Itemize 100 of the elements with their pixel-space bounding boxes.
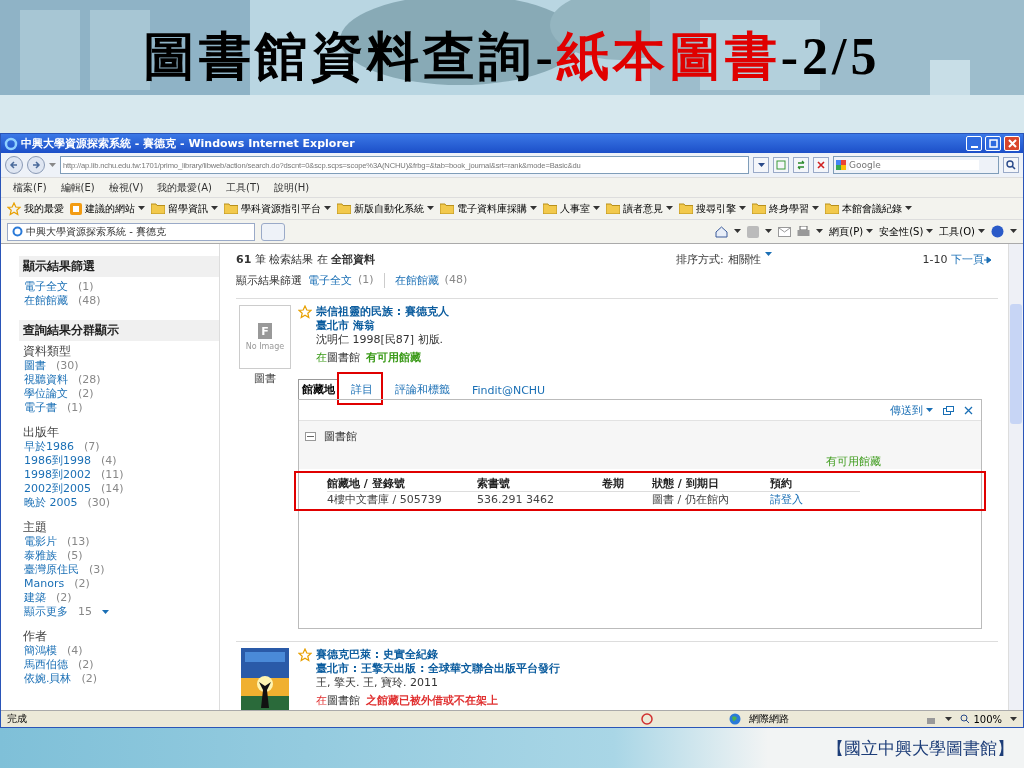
caret-icon [1010, 716, 1017, 722]
favorites-link[interactable]: 留學資訊 [151, 201, 218, 216]
home-icon[interactable] [715, 225, 729, 238]
forward-button[interactable] [27, 156, 45, 174]
result-range: 1-10 [922, 253, 948, 266]
show-more-link[interactable]: 顯示更多 [24, 605, 68, 619]
menu-item[interactable]: 我的最愛(A) [157, 180, 212, 195]
globe-icon [729, 713, 742, 725]
facet-link[interactable]: 依婉.貝林 [24, 672, 72, 686]
filter-count: (1) [358, 273, 374, 288]
favorites-link[interactable]: 終身學習 [752, 201, 819, 216]
facet-link[interactable]: 簡鴻模 [24, 644, 57, 658]
minimize-button[interactable] [966, 136, 982, 151]
result-tab[interactable]: 評論和標籤 [385, 380, 460, 399]
sort-dropdown[interactable]: 相關性 [727, 252, 761, 267]
facet-link[interactable]: 1998到2002 [24, 468, 91, 482]
facet-link[interactable]: 電子書 [24, 401, 57, 415]
toolbar-button[interactable]: 工具(O) [939, 224, 985, 239]
favorites-link[interactable]: 新版自動化系統 [337, 201, 434, 216]
filter-link[interactable]: 在館館藏 [394, 273, 439, 288]
print-icon[interactable] [797, 225, 811, 238]
search-field[interactable]: Google [833, 156, 999, 174]
material-type: 圖書 [254, 371, 276, 386]
scrollbar[interactable] [1008, 244, 1023, 710]
favorites-link[interactable]: 電子資料庫採購 [440, 201, 537, 216]
facet-link[interactable]: 1986到1998 [24, 454, 91, 468]
facet-count: (28) [78, 373, 101, 387]
star-icon[interactable] [7, 201, 21, 216]
folder-icon [752, 203, 766, 214]
favorites-link[interactable]: 人事室 [543, 201, 600, 216]
maximize-button[interactable] [985, 136, 1001, 151]
send-to-button[interactable]: 傳送到 [890, 402, 933, 418]
star-icon[interactable] [298, 305, 312, 319]
facet-link[interactable]: 晚於 2005 [24, 496, 78, 510]
collapse-toggle[interactable] [305, 432, 316, 441]
filter-link[interactable]: 電子全文 [308, 273, 352, 288]
next-page-link[interactable]: 下一頁 [951, 252, 984, 267]
facet-link[interactable]: 在館館藏 [24, 294, 68, 308]
toolbar-button[interactable]: 安全性(S) [879, 224, 934, 239]
minus-icon [307, 433, 314, 440]
toolbar-button[interactable]: 網頁(P) [829, 224, 874, 239]
facet-link[interactable]: 早於1986 [24, 440, 74, 454]
sort-label: 排序方式: [676, 252, 724, 267]
facet-link[interactable]: Manors [24, 577, 65, 591]
menu-item[interactable]: 工具(T) [226, 180, 260, 195]
publisher-link[interactable]: 臺北市 海翁 [316, 319, 1008, 333]
status-text: 完成 [7, 712, 27, 726]
menu-item[interactable]: 檔案(F) [13, 180, 47, 195]
facet-count: (48) [78, 294, 101, 308]
close-icon[interactable] [964, 405, 973, 415]
location-text: 在圖書館 [316, 694, 360, 708]
blocked-icon [641, 713, 654, 725]
result-title[interactable]: 崇信祖靈的民族 : 賽德克人 [316, 305, 1008, 319]
facet-link[interactable]: 馬西伯德 [24, 658, 68, 672]
close-button[interactable] [1004, 136, 1020, 151]
facet-count: (5) [67, 549, 83, 563]
facet-link[interactable]: 圖書 [24, 359, 46, 373]
favorites-button[interactable]: 我的最愛 [7, 201, 64, 216]
facet-link[interactable]: 電子全文 [24, 280, 68, 294]
stop-button[interactable] [813, 157, 829, 173]
zoom-button[interactable]: 100% [960, 713, 1002, 725]
facet-link[interactable]: 2002到2005 [24, 482, 91, 496]
caret-icon [49, 162, 56, 168]
menu-item[interactable]: 檢視(V) [108, 180, 144, 195]
mail-icon[interactable] [778, 226, 792, 237]
result-tab[interactable]: 詳目 [341, 380, 383, 399]
caret-icon [926, 407, 933, 413]
result-title[interactable]: 賽德克巴萊 : 史實全紀錄 [316, 648, 998, 662]
close-icon [1007, 139, 1017, 148]
favorites-link[interactable]: 搜尋引擎 [679, 201, 746, 216]
publisher-link[interactable]: 臺北市 : 王擎天出版 : 全球華文聯合出版平台發行 [316, 662, 998, 676]
result-tab[interactable]: Findit@NCHU [462, 382, 556, 399]
facet-link[interactable]: 電影片 [24, 535, 57, 549]
dropdown-button[interactable] [753, 157, 769, 173]
facet-heading: 資料類型 [22, 344, 72, 359]
facet-link[interactable]: 泰雅族 [24, 549, 57, 563]
minimize-icon [970, 145, 978, 148]
availability-status: 之館藏已被外借或不在架上 [366, 694, 498, 708]
menu-item[interactable]: 說明(H) [273, 180, 310, 195]
favorites-link[interactable]: 學科資源指引平台 [224, 201, 331, 216]
popout-icon[interactable] [943, 405, 954, 415]
result-tab[interactable]: 館藏地 [298, 379, 339, 399]
favorites-link[interactable]: 讀者意見 [606, 201, 673, 216]
favorites-link[interactable]: 建議的網站 [70, 201, 145, 216]
browser-tab[interactable]: 中興大學資源探索系統 - 賽德克 [7, 222, 255, 241]
favorites-link[interactable]: 本館會議紀錄 [825, 201, 912, 216]
caret-icon [926, 229, 934, 234]
search-button[interactable] [1003, 157, 1019, 173]
login-link[interactable]: 請登入 [770, 493, 803, 506]
facet-link[interactable]: 臺灣原住民 [24, 563, 79, 577]
facet-link[interactable]: 學位論文 [24, 387, 68, 401]
star-icon[interactable] [298, 648, 312, 662]
placeholder-caption: No Image [245, 342, 285, 351]
menu-item[interactable]: 編輯(E) [60, 180, 95, 195]
caret-icon [764, 252, 772, 257]
caret-icon [211, 206, 218, 211]
back-button[interactable] [5, 156, 23, 174]
facet-link[interactable]: 建築 [24, 591, 46, 605]
facet-link[interactable]: 視聽資料 [24, 373, 68, 387]
refresh-button[interactable] [793, 157, 809, 173]
